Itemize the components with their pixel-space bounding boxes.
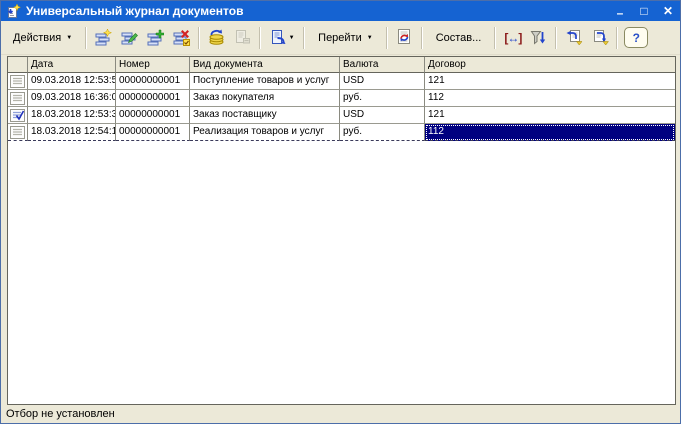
table-row-selected[interactable]: 18.03.2018 12:54:14 00000000001 Реализац… bbox=[8, 124, 675, 141]
compose-button[interactable]: Состав... bbox=[427, 27, 491, 49]
cell-currency[interactable]: руб. bbox=[340, 124, 425, 141]
column-header-date[interactable]: Дата bbox=[28, 57, 116, 73]
toolbar: Действия ▼ bbox=[1, 21, 680, 55]
print-list-icon[interactable]: ▼ bbox=[265, 25, 299, 50]
cell-date[interactable]: 18.03.2018 12:54:14 bbox=[28, 124, 116, 141]
actions-menu-button[interactable]: Действия ▼ bbox=[4, 27, 81, 49]
cell-date[interactable]: 09.03.2018 16:36:06 bbox=[28, 90, 116, 107]
column-header-contract[interactable]: Договор bbox=[425, 57, 675, 73]
chevron-down-icon: ▼ bbox=[289, 35, 295, 41]
filter-sort-icon[interactable] bbox=[526, 25, 551, 50]
close-button[interactable]: ✕ bbox=[661, 2, 675, 20]
cell-date[interactable]: 18.03.2018 12:53:31 bbox=[28, 107, 116, 124]
window-icon bbox=[6, 4, 21, 19]
cell-currency[interactable]: USD bbox=[340, 107, 425, 124]
cell-contract[interactable]: 112 bbox=[425, 90, 675, 107]
goto-menu-label: Перейти bbox=[318, 32, 362, 44]
document-icon bbox=[8, 90, 28, 107]
post-document-icon[interactable] bbox=[204, 25, 229, 50]
compose-button-label: Состав... bbox=[436, 32, 482, 44]
cell-doctype[interactable]: Реализация товаров и услуг bbox=[190, 124, 340, 141]
chevron-down-icon: ▼ bbox=[367, 35, 373, 41]
cell-number[interactable]: 00000000001 bbox=[116, 107, 190, 124]
previous-document-icon[interactable] bbox=[561, 25, 586, 50]
cell-number[interactable]: 00000000001 bbox=[116, 90, 190, 107]
cell-currency[interactable]: руб. bbox=[340, 90, 425, 107]
document-table: Дата Номер Вид документа Валюта Договор … bbox=[7, 56, 676, 405]
refresh-icon[interactable] bbox=[392, 25, 417, 50]
window-title: Универсальный журнал документов bbox=[26, 4, 243, 18]
document-posted-icon bbox=[8, 107, 28, 124]
toolbar-separator bbox=[198, 27, 200, 49]
toolbar-separator bbox=[386, 27, 388, 49]
add-icon[interactable] bbox=[91, 25, 116, 50]
help-icon[interactable]: ? bbox=[624, 27, 648, 48]
chevron-down-icon: ▼ bbox=[66, 35, 72, 41]
cell-doctype[interactable]: Поступление товаров и услуг bbox=[190, 73, 340, 90]
toolbar-separator bbox=[303, 27, 305, 49]
cell-currency[interactable]: USD bbox=[340, 73, 425, 90]
cell-contract[interactable]: 121 bbox=[425, 73, 675, 90]
cell-contract[interactable]: 121 bbox=[425, 107, 675, 124]
minimize-button[interactable]: – bbox=[613, 4, 627, 22]
table-row[interactable]: 18.03.2018 12:53:31 00000000001 Заказ по… bbox=[8, 107, 675, 124]
column-width-icon[interactable]: [↔] bbox=[500, 25, 525, 50]
column-header-number[interactable]: Номер bbox=[116, 57, 190, 73]
next-document-icon[interactable] bbox=[587, 25, 612, 50]
status-bar: Отбор не установлен bbox=[1, 405, 680, 423]
toolbar-separator bbox=[494, 27, 496, 49]
app-window: Универсальный журнал документов – □ ✕ Де… bbox=[0, 0, 681, 424]
title-bar: Универсальный журнал документов – □ ✕ bbox=[1, 1, 680, 21]
column-header-currency[interactable]: Валюта bbox=[340, 57, 425, 73]
cell-number[interactable]: 00000000001 bbox=[116, 73, 190, 90]
table-row[interactable]: 09.03.2018 16:36:06 00000000001 Заказ по… bbox=[8, 90, 675, 107]
delete-mark-icon[interactable] bbox=[169, 25, 194, 50]
column-header-doctype[interactable]: Вид документа bbox=[190, 57, 340, 73]
cancel-posting-icon[interactable] bbox=[230, 25, 255, 50]
toolbar-separator bbox=[85, 27, 87, 49]
table-header-row: Дата Номер Вид документа Валюта Договор bbox=[8, 57, 675, 73]
cell-contract-selected[interactable]: 112 bbox=[425, 124, 675, 141]
cell-number[interactable]: 00000000001 bbox=[116, 124, 190, 141]
cell-date[interactable]: 09.03.2018 12:53:57 bbox=[28, 73, 116, 90]
document-icon bbox=[8, 124, 28, 141]
toolbar-separator bbox=[555, 27, 557, 49]
actions-menu-label: Действия bbox=[13, 32, 61, 44]
edit-icon[interactable] bbox=[117, 25, 142, 50]
toolbar-separator bbox=[616, 27, 618, 49]
cell-doctype[interactable]: Заказ поставщику bbox=[190, 107, 340, 124]
document-icon bbox=[8, 73, 28, 90]
toolbar-separator bbox=[259, 27, 261, 49]
goto-menu-button[interactable]: Перейти ▼ bbox=[309, 27, 382, 49]
table-row[interactable]: 09.03.2018 12:53:57 00000000001 Поступле… bbox=[8, 73, 675, 90]
window-controls: – □ ✕ bbox=[613, 2, 675, 20]
copy-icon[interactable] bbox=[143, 25, 168, 50]
maximize-button[interactable]: □ bbox=[637, 2, 651, 20]
cell-doctype[interactable]: Заказ покупателя bbox=[190, 90, 340, 107]
column-header-icon[interactable] bbox=[8, 57, 28, 73]
toolbar-separator bbox=[421, 27, 423, 49]
